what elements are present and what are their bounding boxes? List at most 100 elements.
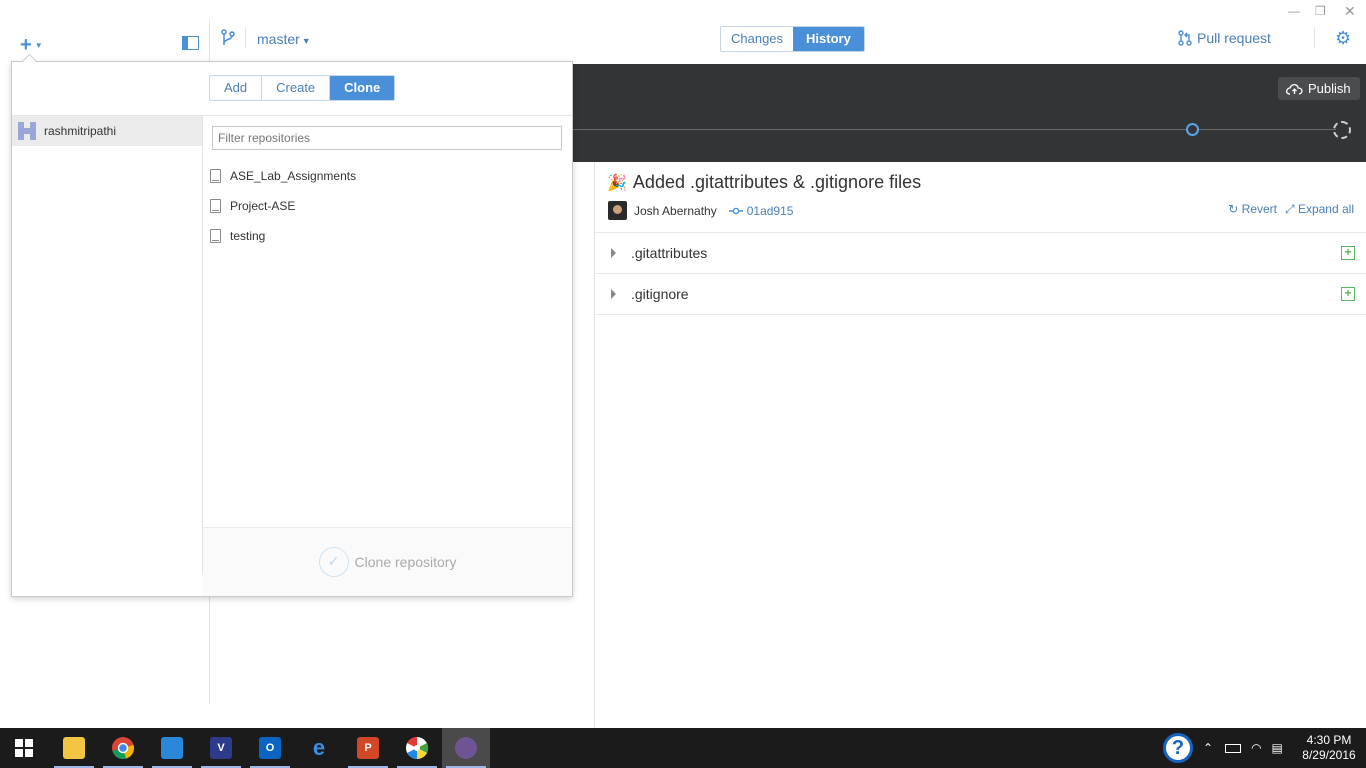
tab-clone[interactable]: Clone: [330, 76, 395, 100]
expand-all-button[interactable]: ⤢ Expand all: [1285, 202, 1354, 217]
divider: [245, 28, 246, 48]
add-repository-button[interactable]: + ▼: [20, 35, 43, 55]
chevron-up-icon[interactable]: ⌃: [1203, 741, 1213, 755]
avatar: [608, 201, 627, 220]
plus-icon: +: [20, 34, 32, 56]
caret-down-icon: ▼: [301, 36, 311, 46]
branch-icon[interactable]: [220, 29, 236, 47]
clock[interactable]: 4:30 PM 8/29/2016: [1300, 733, 1358, 763]
taskbar-picasa[interactable]: [393, 728, 441, 768]
commit-detail-panel: 🎉 Added .gitattributes & .gitignore file…: [594, 162, 1366, 728]
divider: [1314, 28, 1315, 48]
taskbar-file-explorer[interactable]: [50, 728, 98, 768]
branch-selector[interactable]: master ▼: [257, 31, 311, 47]
visual-studio-icon: V: [210, 737, 232, 759]
timeline-track: [572, 129, 1336, 130]
list-item[interactable]: Project-ASE: [210, 195, 295, 217]
commit-sha: 01ad915: [746, 203, 794, 218]
file-row[interactable]: .gitattributes +: [595, 232, 1366, 273]
expand-icon: ⤢: [1285, 202, 1295, 216]
wifi-icon[interactable]: ◠: [1251, 741, 1261, 755]
account-item[interactable]: rashmitripathi: [12, 116, 202, 146]
repository-name: ASE_Lab_Assignments: [230, 169, 357, 183]
sidebar-toggle-icon[interactable]: [182, 36, 199, 50]
pull-request-button[interactable]: Pull request: [1178, 30, 1271, 46]
notification-icon[interactable]: ▤: [1272, 741, 1283, 755]
close-icon[interactable]: ✕: [1344, 3, 1356, 20]
clone-repository-button[interactable]: ✓ Clone repository: [203, 527, 572, 596]
disclosure-triangle-icon: [611, 289, 616, 299]
outlook-icon: O: [259, 737, 281, 759]
taskbar-powerpoint[interactable]: P: [344, 728, 392, 768]
repository-name: Project-ASE: [230, 199, 296, 213]
publish-button[interactable]: Publish: [1278, 77, 1360, 100]
picasa-icon: [406, 736, 429, 760]
commit-icon: [728, 207, 743, 214]
publish-label: Publish: [1308, 81, 1351, 96]
commit-actions: ↻ Revert ⤢ Expand all: [1228, 202, 1354, 217]
help-icon[interactable]: ?: [1163, 733, 1193, 763]
edge-icon: e: [312, 735, 326, 760]
battery-icon[interactable]: [1225, 743, 1242, 753]
chrome-icon: [112, 737, 135, 759]
repository-icon: [210, 169, 221, 183]
minimize-icon[interactable]: —: [1288, 4, 1300, 18]
gear-icon[interactable]: ⚙: [1335, 29, 1351, 47]
pull-request-label: Pull request: [1197, 30, 1271, 46]
check-icon: ✓: [318, 547, 349, 577]
commit-timeline: Publish: [572, 64, 1366, 162]
view-switcher: Changes History: [720, 26, 865, 52]
account-name: rashmitripathi: [44, 124, 117, 138]
taskbar-remote-desktop[interactable]: [148, 728, 196, 768]
file-name: .gitignore: [631, 286, 689, 302]
identicon-icon: [18, 122, 36, 140]
tab-changes[interactable]: Changes: [721, 27, 793, 51]
filter-repositories-input[interactable]: [212, 126, 562, 150]
taskbar-outlook[interactable]: O: [246, 728, 294, 768]
commit-meta: Josh Abernathy 01ad915: [608, 201, 793, 220]
pull-request-icon: [1178, 30, 1192, 46]
remote-desktop-icon: [161, 737, 183, 759]
windows-taskbar: V O e P ? ⌃ ◠ ▤ 4:30 PM 8/29/2016: [0, 728, 1366, 768]
tab-create[interactable]: Create: [262, 76, 331, 100]
commit-author: Josh Abernathy: [634, 203, 717, 218]
branch-name: master: [257, 31, 300, 47]
clock-time: 4:30 PM: [1306, 733, 1352, 747]
clone-repository-label: Clone repository: [354, 554, 457, 570]
taskbar-edge[interactable]: e: [295, 728, 343, 768]
taskbar-github-desktop[interactable]: [442, 728, 490, 768]
list-item[interactable]: ASE_Lab_Assignments: [210, 165, 356, 187]
system-tray: ? ⌃ ◠ ▤: [1163, 728, 1283, 768]
disclosure-triangle-icon: [611, 248, 616, 258]
tab-history[interactable]: History: [793, 27, 864, 51]
windows-logo-icon: [15, 739, 33, 757]
revert-button[interactable]: ↻ Revert: [1228, 202, 1277, 217]
repository-icon: [210, 199, 221, 213]
repository-icon: [210, 229, 221, 243]
restore-icon[interactable]: ❐: [1315, 4, 1326, 18]
expand-all-label: Expand all: [1297, 202, 1354, 216]
tab-add[interactable]: Add: [210, 76, 263, 100]
add-repository-popover: Add Create Clone rashmitripathi ASE_Lab_…: [11, 61, 573, 597]
revert-label: Revert: [1241, 202, 1277, 216]
cloud-upload-icon: [1286, 83, 1303, 95]
file-row[interactable]: .gitignore +: [595, 273, 1366, 314]
taskbar-visual-studio[interactable]: V: [197, 728, 245, 768]
start-button[interactable]: [0, 728, 48, 768]
repository-name: testing: [230, 229, 266, 243]
folder-icon: [63, 737, 85, 759]
popover-tabs: Add Create Clone: [209, 75, 396, 101]
timeline-uncommitted-marker[interactable]: [1333, 121, 1351, 139]
list-item[interactable]: testing: [210, 225, 265, 247]
party-popper-icon: 🎉: [607, 174, 627, 192]
clock-date: 8/29/2016: [1302, 748, 1356, 762]
timeline-commit-dot[interactable]: [1186, 123, 1199, 136]
taskbar-chrome[interactable]: [99, 728, 147, 768]
divider: [202, 115, 203, 575]
caret-down-icon: ▼: [34, 41, 43, 50]
top-toolbar: + ▼ master ▼ Changes History Pull request …: [0, 0, 1366, 64]
powerpoint-icon: P: [357, 737, 379, 759]
commit-title-text: Added .gitattributes & .gitignore files: [632, 172, 922, 192]
commit-sha-link[interactable]: 01ad915: [728, 203, 794, 218]
github-icon: [455, 737, 477, 759]
